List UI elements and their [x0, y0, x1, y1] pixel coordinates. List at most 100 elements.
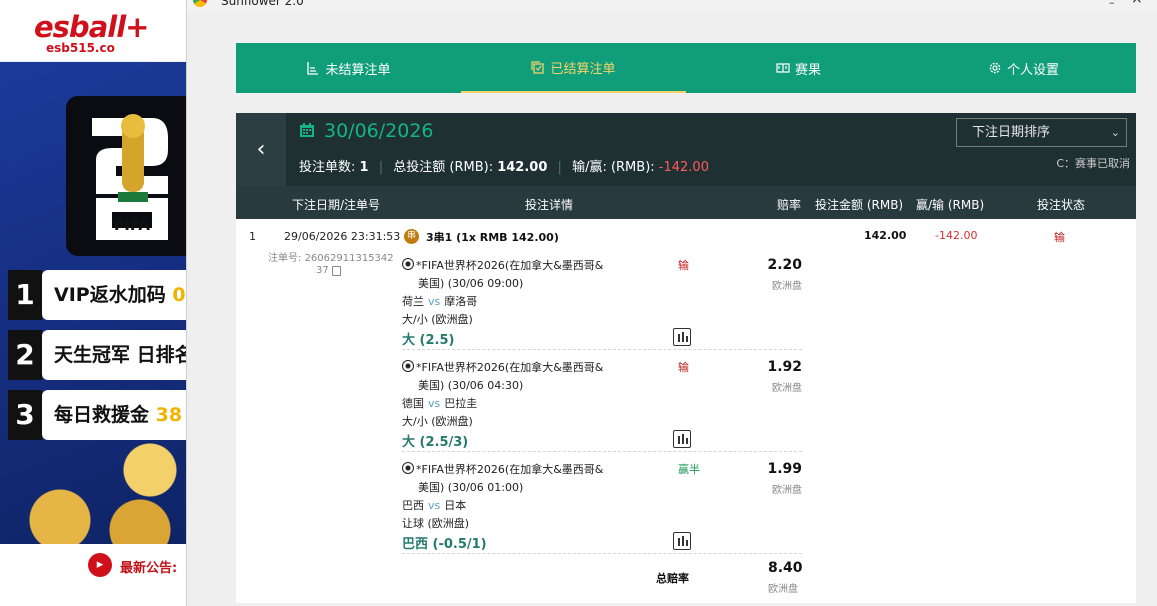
- summary-bar: ‹ 30/06/2026 投注单数: 1 | 总投注额 (RMB): 142.0…: [236, 113, 1136, 186]
- bet-leg-2: *FIFA世界杯2026(在加拿大&墨西哥& 美国) (30/06 04:30)…: [402, 357, 802, 459]
- bet-status: 输: [1054, 231, 1065, 244]
- app-icon: [193, 0, 207, 7]
- site-logo[interactable]: esball+: [34, 10, 149, 44]
- col-amount: 投注金额 (RMB): [815, 198, 904, 212]
- minimize-button[interactable]: –: [1109, 0, 1115, 9]
- gold-coins-image: [0, 440, 186, 544]
- bet-id-line1: 注单号: 26062911315342: [268, 253, 394, 264]
- sort-select-value: 下注日期排序: [972, 125, 1051, 140]
- table-header: 下注日期/注单号 投注详情 赔率 投注金额 (RMB) 赢/输 (RMB) 投注…: [236, 186, 1136, 219]
- bet-id-line2: 37: [316, 265, 329, 276]
- back-button[interactable]: ‹: [236, 113, 286, 186]
- leg-result: 输: [678, 259, 689, 272]
- title-bar[interactable]: Sunflower 2.0 – ×: [187, 0, 1157, 12]
- close-button[interactable]: ×: [1131, 0, 1143, 7]
- receipt-check-icon: [531, 61, 545, 74]
- summary-stats: 投注单数: 1 | 总投注额 (RMB): 142.00 | 输/赢: (RMB…: [299, 160, 709, 175]
- market-type: 让球 (欧洲盘): [402, 517, 470, 530]
- tab-label: 未结算注单: [325, 62, 391, 78]
- sort-select[interactable]: 下注日期排序 ⌄: [956, 118, 1127, 147]
- football-icon: [402, 258, 414, 270]
- tab-label: 已结算注单: [550, 61, 616, 77]
- parlay-type: 3串1 (1x RMB 142.00): [426, 231, 559, 244]
- promo-text: VIP返水加码 0: [42, 270, 186, 320]
- event-time: 美国) (30/06 04:30): [418, 379, 524, 392]
- tab-label: 赛果: [794, 62, 821, 78]
- window-title: Sunflower 2.0: [221, 0, 304, 8]
- winloss-value: -142.00: [658, 160, 709, 175]
- col-odds: 赔率: [777, 198, 802, 212]
- parlay-badge-icon: 串: [404, 229, 419, 244]
- speaker-icon: ▸: [88, 553, 112, 577]
- promo-number: 3: [8, 390, 42, 440]
- background-website: esball+ esb515.co FIFA 1 VIP返水加码 0 2 天生冠…: [0, 0, 186, 606]
- odds-type: 欧洲盘: [772, 281, 802, 292]
- bet-datetime: 29/06/2026 23:31:53: [284, 230, 401, 243]
- site-domain: esb515.co: [46, 41, 115, 55]
- tab-unsettled-bets[interactable]: 未结算注单: [236, 43, 461, 93]
- col-winloss: 赢/输 (RMB): [916, 198, 985, 212]
- promo-row-3[interactable]: 3 每日救援金 38: [8, 390, 186, 440]
- total-stake-value: 142.00: [497, 160, 548, 175]
- leg-result: 输: [678, 361, 689, 374]
- main-nav: 未结算注单 已结算注单 赛果 个人设置: [236, 43, 1136, 93]
- odds-type: 欧洲盘: [772, 485, 802, 496]
- copy-icon[interactable]: [332, 266, 341, 276]
- match-stats-icon[interactable]: [673, 328, 691, 346]
- col-status: 投注状态: [1037, 198, 1086, 212]
- col-detail: 投注详情: [525, 198, 574, 212]
- leg-odds: 1.92: [767, 359, 802, 375]
- leg-divider: [402, 349, 802, 350]
- football-icon: [402, 360, 414, 372]
- bet-index: 1: [249, 230, 256, 243]
- tab-results[interactable]: 赛果: [686, 43, 911, 93]
- matchup: 荷兰 vs 摩洛哥: [402, 295, 478, 308]
- football-icon: [402, 462, 414, 474]
- matchup: 德国 vs 巴拉圭: [402, 397, 478, 410]
- leg-divider: [402, 451, 802, 452]
- promo-text: 天生冠军 日排名: [42, 330, 186, 380]
- winloss-label: 输/赢: (RMB):: [572, 160, 655, 175]
- matchup: 巴西 vs 日本: [402, 499, 467, 512]
- event-name: *FIFA世界杯2026(在加拿大&墨西哥&: [416, 463, 604, 476]
- gear-icon: [989, 62, 1001, 74]
- app-window: Sunflower 2.0 – × 未结算注单 已结算注单 赛果: [186, 0, 1157, 606]
- total-odds-type: 欧洲盘: [768, 584, 798, 595]
- selected-date: 30/06/2026: [324, 120, 434, 142]
- bet-leg-3: *FIFA世界杯2026(在加拿大&墨西哥& 美国) (30/06 01:00)…: [402, 459, 802, 561]
- promo-number: 2: [8, 330, 42, 380]
- odds-type: 欧洲盘: [772, 383, 802, 394]
- market-type: 大/小 (欧洲盘): [402, 415, 473, 428]
- bet-winloss: -142.00: [935, 229, 978, 242]
- promo-row-2[interactable]: 2 天生冠军 日排名: [8, 330, 186, 380]
- selection: 大 (2.5/3): [402, 435, 469, 450]
- bet-amount: 142.00: [864, 229, 907, 242]
- settled-bets-panel: ‹ 30/06/2026 投注单数: 1 | 总投注额 (RMB): 142.0…: [236, 113, 1136, 603]
- bet-leg-1: *FIFA世界杯2026(在加拿大&墨西哥& 美国) (30/06 09:00)…: [402, 255, 802, 357]
- event-name: *FIFA世界杯2026(在加拿大&墨西哥&: [416, 361, 604, 374]
- selection: 巴西 (-0.5/1): [402, 537, 487, 552]
- tab-label: 个人设置: [1006, 62, 1059, 78]
- event-name: *FIFA世界杯2026(在加拿大&墨西哥&: [416, 259, 604, 272]
- market-type: 大/小 (欧洲盘): [402, 313, 473, 326]
- scoreboard-icon: [776, 63, 790, 73]
- event-time: 美国) (30/06 09:00): [418, 277, 524, 290]
- match-stats-icon[interactable]: [673, 430, 691, 448]
- col-date-id: 下注日期/注单号: [292, 198, 381, 212]
- promo-row-1[interactable]: 1 VIP返水加码 0: [8, 270, 186, 320]
- notice-label[interactable]: 最新公告:: [120, 557, 177, 576]
- match-stats-icon[interactable]: [673, 532, 691, 550]
- calendar-icon: [300, 123, 314, 137]
- chevron-down-icon: ⌄: [1110, 126, 1120, 139]
- event-time: 美国) (30/06 01:00): [418, 481, 524, 494]
- receipt-icon: [307, 62, 319, 75]
- leg-odds: 2.20: [767, 257, 802, 273]
- total-odds-value: 8.40: [768, 560, 803, 576]
- promo-number: 1: [8, 270, 42, 320]
- tab-settled-bets[interactable]: 已结算注单: [461, 43, 686, 93]
- total-stake-label: 总投注额 (RMB):: [393, 160, 494, 175]
- worldcup-2026-emblem: FIFA: [92, 114, 168, 240]
- tab-personal-settings[interactable]: 个人设置: [911, 43, 1136, 93]
- selection: 大 (2.5): [402, 333, 455, 348]
- leg-divider: [402, 553, 802, 554]
